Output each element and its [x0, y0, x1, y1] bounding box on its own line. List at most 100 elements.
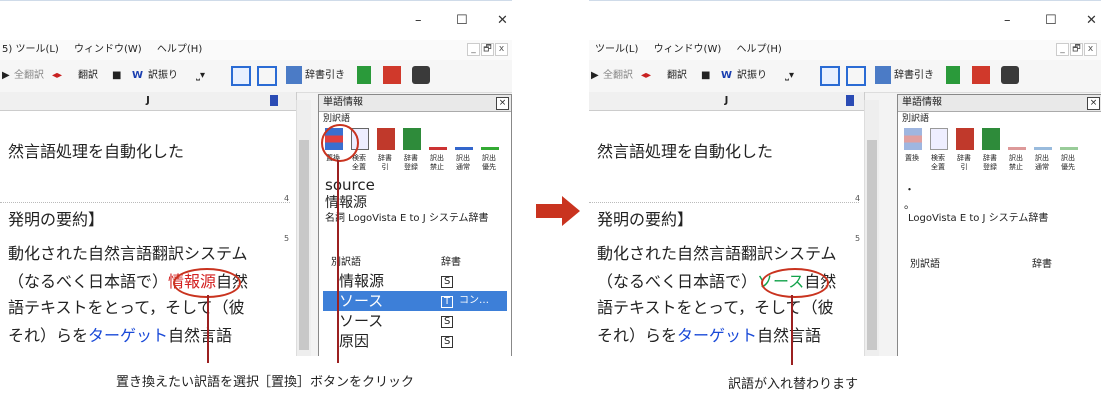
translate-arrow-icon: ◂▸	[52, 70, 63, 81]
translate-swap-button[interactable]: 訳振り	[148, 60, 178, 92]
doc-line-2: 発明の要約】	[8, 210, 105, 229]
mdi-close-button[interactable]: x	[495, 43, 508, 56]
dictionary-name: LogoVista E to J システム辞書	[908, 213, 1049, 224]
dict-lookup-icon[interactable]	[377, 128, 395, 150]
prohibit-icon[interactable]	[1008, 128, 1026, 150]
translate-swap-button[interactable]: 訳振り	[737, 60, 767, 92]
doc-line-1: 然言語処理を自動化した	[597, 142, 774, 161]
label-search: 検索 全置	[931, 154, 945, 171]
panel-close-button[interactable]: ×	[496, 97, 509, 110]
normal-icon[interactable]	[1034, 128, 1052, 150]
menu-help[interactable]: ヘルプ(H)	[157, 44, 202, 55]
table-row[interactable]: 原因 S	[323, 331, 507, 351]
menu-window[interactable]: ウィンドウ(W)	[74, 44, 142, 55]
mdi-restore-button[interactable]: 🗗	[481, 43, 494, 56]
table-row[interactable]: ソース S	[323, 311, 507, 331]
search-replace-icon[interactable]	[930, 128, 948, 150]
dict-lookup-button[interactable]: 辞書引き	[894, 60, 934, 92]
full-translate-button[interactable]: 全翻訳	[14, 60, 44, 92]
replace-icon[interactable]	[904, 128, 922, 150]
next-step-arrow-icon	[536, 196, 580, 226]
doc-line-3: 動化された自然言語翻訳システム	[597, 244, 837, 263]
user-icon[interactable]	[1001, 66, 1019, 84]
stop-button[interactable]: ■	[112, 60, 121, 92]
dict-lookup-icon[interactable]	[956, 128, 974, 150]
panel-close-button[interactable]: ×	[1087, 97, 1100, 110]
split-vertical-icon[interactable]	[231, 66, 251, 86]
column-header: J	[589, 92, 864, 111]
priority-icon[interactable]	[481, 128, 499, 150]
mdi-minimize-button[interactable]: _	[1056, 43, 1069, 56]
ex-dictionary-icon[interactable]	[383, 66, 401, 84]
panel-title-text: 単語情報	[323, 97, 363, 108]
left-toolbar: ▶ 全翻訳 ◂▸ 翻訳 ■ W 訳振り ⎵▾ 辞書引き	[0, 60, 512, 93]
mdi-minimize-button[interactable]: _	[467, 43, 480, 56]
translate-button[interactable]: 翻訳	[78, 60, 98, 92]
header-word: 別訳語	[331, 257, 361, 268]
notebook-icon[interactable]	[357, 66, 371, 84]
play-icon[interactable]: ▶	[591, 60, 599, 92]
translate-arrow-icon: ◂▸	[641, 70, 652, 81]
linked-word[interactable]: ターゲット	[677, 326, 757, 345]
table-row-selected[interactable]: ソース T コン…	[323, 291, 507, 311]
menu-tools[interactable]: 5) ツール(L)	[2, 44, 59, 55]
prohibit-icon[interactable]	[429, 128, 447, 150]
right-doc-scrollbar[interactable]	[864, 100, 879, 356]
doc-line-6: それ）らをターゲット自然言語	[597, 322, 821, 346]
mdi-close-button[interactable]: x	[1084, 43, 1097, 56]
right-titlebar: – ☐ ✕	[589, 0, 1101, 41]
headword: source	[325, 176, 375, 194]
label-prohibit: 訳出 禁止	[1009, 154, 1023, 171]
maximize-button[interactable]: ☐	[1045, 14, 1057, 28]
current-translation: 情報源	[325, 195, 367, 211]
space-dropdown[interactable]: ⎵▾	[785, 60, 794, 92]
left-menubar: 5) ツール(L) ウィンドウ(W) ヘルプ(H)	[0, 40, 512, 60]
linked-word[interactable]: ターゲット	[88, 326, 168, 345]
scrollbar-thumb[interactable]	[299, 140, 309, 350]
label-priority: 訳出 優先	[1061, 154, 1075, 171]
priority-icon[interactable]	[1060, 128, 1078, 150]
left-doc-scrollbar[interactable]	[296, 100, 311, 356]
header-dict: 辞書	[441, 257, 461, 268]
stop-button[interactable]: ■	[701, 60, 710, 92]
callout-line	[207, 295, 209, 363]
column-header: J	[0, 92, 296, 111]
dict-register-icon[interactable]	[982, 128, 1000, 150]
doc-text: （なるべく日本語で）	[8, 272, 169, 291]
split-horizontal-icon[interactable]	[846, 66, 866, 86]
label-lookup: 辞書引	[957, 154, 971, 171]
normal-icon[interactable]	[455, 128, 473, 150]
menu-tools[interactable]: ツール(L)	[595, 44, 638, 55]
notebook-icon[interactable]	[946, 66, 960, 84]
split-horizontal-icon[interactable]	[257, 66, 277, 86]
close-button[interactable]: ✕	[1086, 14, 1097, 28]
dictionary-icon[interactable]	[875, 66, 891, 84]
line-number: 5	[284, 234, 290, 243]
replace-button-highlight-ring	[321, 124, 359, 162]
mdi-restore-button[interactable]: 🗗	[1070, 43, 1083, 56]
w-icon: W	[721, 70, 733, 81]
right-app-window: – ☐ ✕ ツール(L) ウィンドウ(W) ヘルプ(H) _ 🗗 x ▶ 全翻訳…	[589, 0, 1101, 356]
row-extra: コン…	[459, 295, 489, 306]
maximize-button[interactable]: ☐	[456, 14, 468, 28]
row-word: 原因	[339, 332, 370, 350]
space-dropdown[interactable]: ⎵▾	[196, 60, 205, 92]
full-translate-button[interactable]: 全翻訳	[603, 60, 633, 92]
split-vertical-icon[interactable]	[820, 66, 840, 86]
play-icon[interactable]: ▶	[2, 60, 10, 92]
close-button[interactable]: ✕	[497, 14, 508, 28]
dict-lookup-button[interactable]: 辞書引き	[305, 60, 345, 92]
table-row[interactable]: 情報源 S	[323, 271, 507, 291]
label-replace: 置換	[905, 154, 919, 162]
menu-help[interactable]: ヘルプ(H)	[736, 44, 781, 55]
row-dict: S	[441, 336, 454, 348]
minimize-button[interactable]: –	[1004, 14, 1011, 28]
scrollbar-thumb[interactable]	[867, 140, 877, 350]
minimize-button[interactable]: –	[415, 14, 422, 28]
translate-button[interactable]: 翻訳	[667, 60, 687, 92]
ex-dictionary-icon[interactable]	[972, 66, 990, 84]
menu-window[interactable]: ウィンドウ(W)	[654, 44, 722, 55]
dictionary-icon[interactable]	[286, 66, 302, 84]
user-icon[interactable]	[412, 66, 430, 84]
dict-register-icon[interactable]	[403, 128, 421, 150]
